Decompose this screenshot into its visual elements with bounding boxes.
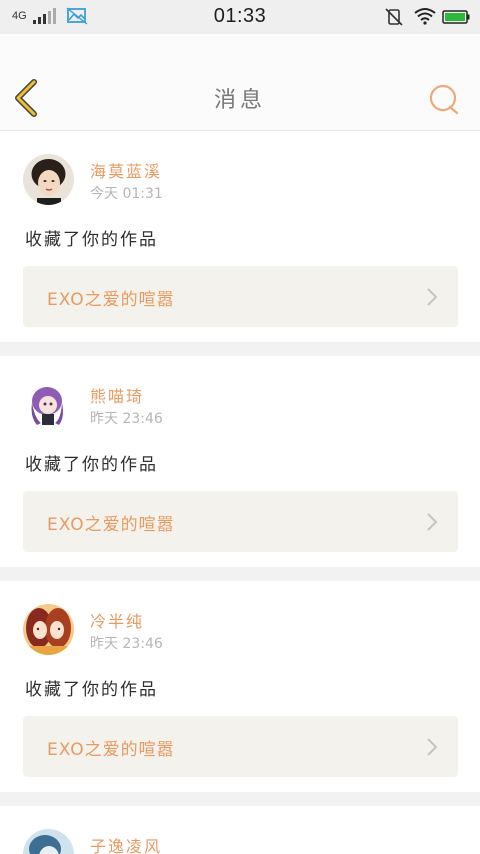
message-action: 收藏了你的作品 [25,680,158,700]
message-time: 昨天 23:46 [90,411,163,427]
message-card: 子逸凌风 [0,806,480,854]
messages-screen: 4G 01:33 消息 海莫蓝溪 今天 01:31 收藏了你的作品 EXO之爱的… [0,0,480,854]
work-title: EXO之爱的喧嚣 [47,740,175,760]
wifi-icon [414,8,436,25]
message-time: 昨天 23:46 [90,636,163,652]
message-card: 海莫蓝溪 今天 01:31 收藏了你的作品 EXO之爱的喧嚣 [0,131,480,342]
chevron-right-icon [427,738,438,756]
work-link[interactable]: EXO之爱的喧嚣 [23,716,458,777]
work-link[interactable]: EXO之爱的喧嚣 [23,491,458,552]
work-title: EXO之爱的喧嚣 [47,515,175,535]
user-name[interactable]: 海莫蓝溪 [90,158,162,182]
work-link[interactable]: EXO之爱的喧嚣 [23,266,458,327]
user-name[interactable]: 子逸凌风 [90,833,162,854]
avatar[interactable] [23,829,74,854]
clock: 01:33 [213,5,267,27]
work-title: EXO之爱的喧嚣 [47,290,175,310]
vibrate-off-icon [385,8,403,26]
user-name[interactable]: 冷半纯 [90,608,144,632]
message-time: 今天 01:31 [90,186,163,202]
message-list: 海莫蓝溪 今天 01:31 收藏了你的作品 EXO之爱的喧嚣 熊喵琦 昨天 23… [0,131,480,854]
battery-icon [442,10,470,24]
avatar[interactable] [23,154,74,205]
app-header: 消息 [0,34,480,131]
message-action: 收藏了你的作品 [25,230,158,250]
message-card: 冷半纯 昨天 23:46 收藏了你的作品 EXO之爱的喧嚣 [0,581,480,792]
message-action: 收藏了你的作品 [25,455,158,475]
chevron-right-icon [427,288,438,306]
avatar[interactable] [23,604,74,655]
message-card: 熊喵琦 昨天 23:46 收藏了你的作品 EXO之爱的喧嚣 [0,356,480,567]
page-title: 消息 [213,88,266,113]
search-icon[interactable] [424,80,464,120]
avatar[interactable] [23,379,74,430]
status-bar: 4G 01:33 [0,0,480,34]
chevron-right-icon [427,513,438,531]
user-name[interactable]: 熊喵琦 [90,383,144,407]
